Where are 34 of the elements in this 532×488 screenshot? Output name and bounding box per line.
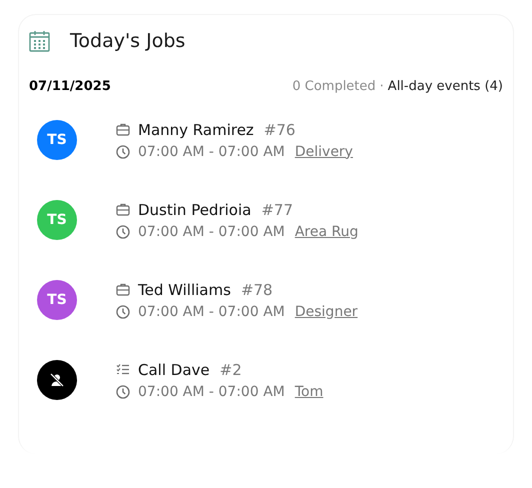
page-title: Today's Jobs [70,30,186,52]
clock-icon [116,304,130,318]
job-name[interactable]: Dustin Pedrioia [138,200,252,218]
briefcase-icon [116,123,130,136]
avatar: TS [37,120,77,160]
job-number: #77 [261,200,293,218]
job-time: 07:00 AM - 07:00 AM [138,224,285,240]
job-number: #78 [240,280,273,298]
job-name[interactable]: Manny Ramirez [138,120,254,138]
job-name[interactable]: Ted Williams [138,280,231,298]
separator-dot: · [380,79,384,94]
clock-icon [116,224,130,238]
job-type-link[interactable]: Delivery [294,144,353,160]
briefcase-icon [116,283,130,296]
job-name[interactable]: Call Dave [138,360,210,378]
job-type-link[interactable]: Area Rug [294,224,358,240]
job-time: 07:00 AM - 07:00 AM [138,384,285,400]
briefcase-icon [116,203,130,216]
clock-icon [116,144,130,158]
job-type-link[interactable]: Tom [294,384,324,400]
checklist-icon [116,363,130,376]
avatar: TS [37,280,77,320]
date-label: 07/11/2025 [29,79,111,94]
completed-count: 0 Completed [292,79,376,94]
job-number: #76 [264,120,296,138]
job-number: #2 [220,360,242,378]
job-time: 07:00 AM - 07:00 AM [138,144,285,160]
avatar: TS [37,200,77,240]
job-type-link[interactable]: Designer [294,304,358,320]
job-time: 07:00 AM - 07:00 AM [138,304,285,320]
all-day-events-link[interactable]: All-day events (4) [388,79,503,94]
clock-icon [116,384,130,398]
calendar-icon [29,30,50,52]
no-user-icon [49,372,65,388]
